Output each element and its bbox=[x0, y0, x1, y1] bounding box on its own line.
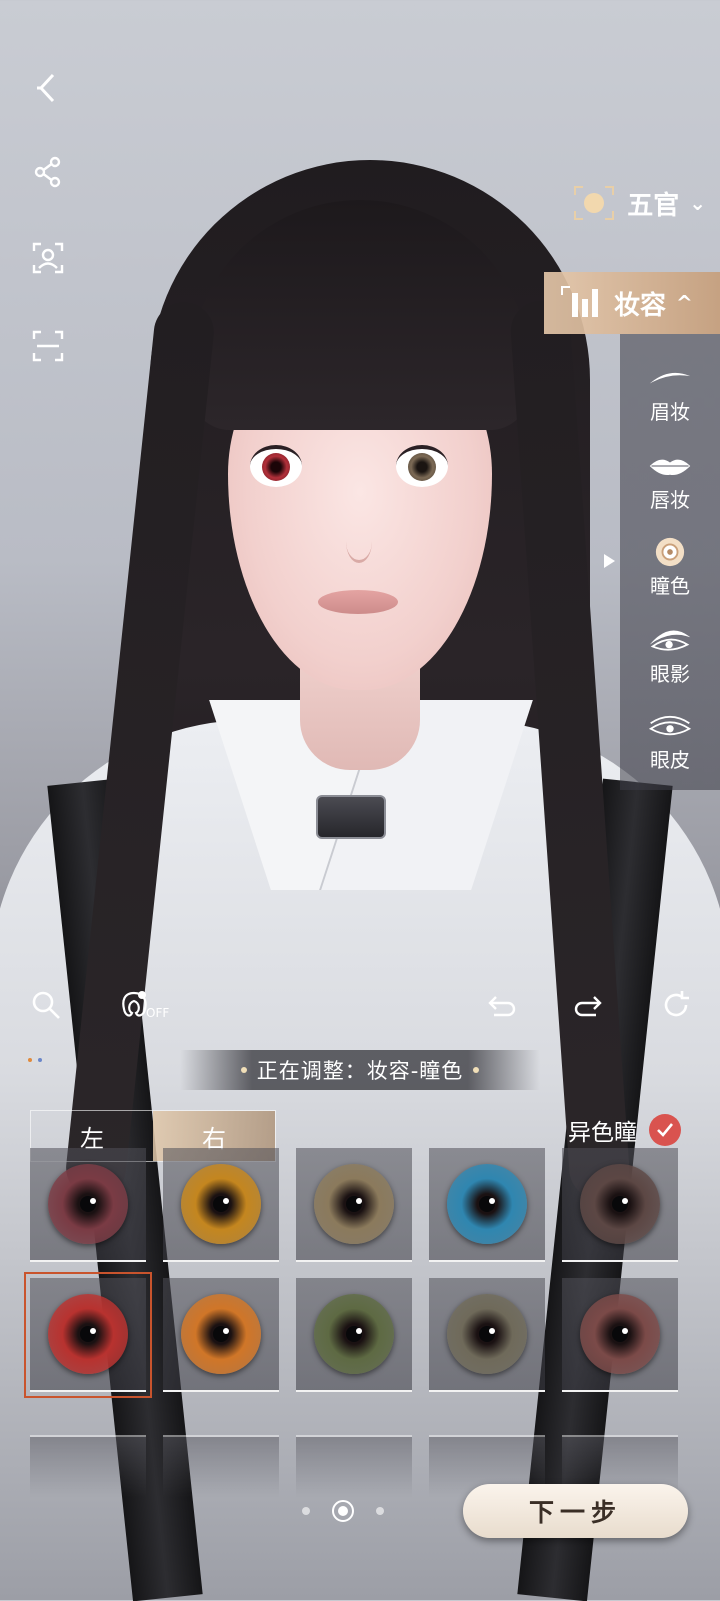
makeup-icon bbox=[558, 283, 604, 323]
chevron-down-icon: ⌄ bbox=[689, 191, 706, 215]
pupil-swatch-selected[interactable] bbox=[24, 1272, 152, 1398]
iris-icon bbox=[447, 1164, 527, 1244]
iris-icon bbox=[181, 1294, 261, 1374]
capture-frame-icon bbox=[32, 330, 64, 362]
share-button[interactable] bbox=[28, 152, 68, 192]
character-nose bbox=[346, 520, 372, 563]
submenu-item-eyeshadow[interactable]: 眼影 bbox=[620, 622, 720, 702]
heterochromia-label: 异色瞳 bbox=[568, 1120, 637, 1146]
share-icon bbox=[34, 156, 61, 188]
iris-icon bbox=[48, 1164, 128, 1244]
features-icon bbox=[571, 183, 617, 223]
pupil-swatch[interactable] bbox=[296, 1148, 412, 1262]
redo-icon bbox=[574, 996, 602, 1017]
category-makeup-label: 妆容 bbox=[614, 290, 667, 321]
swatch-row-partial[interactable] bbox=[163, 1435, 279, 1497]
swatch-row-partial[interactable] bbox=[296, 1435, 412, 1497]
eyeshadow-icon bbox=[645, 622, 695, 658]
category-makeup-tab[interactable]: 妆容 ^ bbox=[544, 272, 720, 334]
selected-indicator-icon bbox=[604, 554, 615, 568]
pupil-swatch[interactable] bbox=[163, 1278, 279, 1392]
adjusting-status-text: 正在调整：妆容-瞳色 bbox=[256, 1059, 464, 1083]
submenu-item-eyebrow[interactable]: 眉妆 bbox=[620, 360, 720, 440]
refresh-icon bbox=[664, 991, 689, 1017]
face-scan-button[interactable] bbox=[28, 238, 68, 278]
back-arrow-icon bbox=[37, 73, 55, 103]
back-button[interactable] bbox=[28, 68, 68, 108]
iris-icon bbox=[314, 1164, 394, 1244]
submenu-item-label: 瞳色 bbox=[650, 574, 690, 598]
pager bbox=[302, 1500, 384, 1522]
pupil-swatch[interactable] bbox=[296, 1278, 412, 1392]
pupil-swatch[interactable] bbox=[30, 1148, 146, 1262]
pupil-swatch[interactable] bbox=[429, 1148, 545, 1262]
pupil-swatch[interactable] bbox=[163, 1148, 279, 1262]
heterochromia-toggle[interactable]: 异色瞳 bbox=[568, 1113, 681, 1147]
redo-button[interactable] bbox=[568, 985, 608, 1025]
pupil-swatch[interactable] bbox=[562, 1148, 678, 1262]
pager-dot-current[interactable] bbox=[332, 1500, 354, 1522]
face-scan-icon bbox=[32, 242, 64, 274]
submenu-item-pupil-color[interactable]: 瞳色 bbox=[604, 534, 720, 614]
hair-toggle-off-label: OFF bbox=[146, 1006, 170, 1020]
undo-icon bbox=[488, 996, 516, 1017]
eyelid-icon bbox=[645, 708, 695, 744]
iris-icon bbox=[314, 1294, 394, 1374]
iris-icon bbox=[181, 1164, 261, 1244]
pupil-swatch[interactable] bbox=[429, 1278, 545, 1392]
category-features-tab[interactable]: 五官 ⌄ bbox=[557, 172, 720, 234]
next-step-button[interactable]: 下一步 bbox=[463, 1484, 688, 1538]
reset-button[interactable] bbox=[656, 985, 696, 1025]
submenu-item-label: 眉妆 bbox=[650, 400, 690, 424]
iris-icon bbox=[48, 1294, 128, 1374]
character-eye-left bbox=[250, 445, 302, 487]
pupil-icon bbox=[645, 534, 695, 570]
iris-icon bbox=[580, 1164, 660, 1244]
category-features-label: 五官 bbox=[627, 190, 680, 221]
submenu-item-label: 眼影 bbox=[650, 662, 690, 686]
character-lips bbox=[318, 590, 398, 614]
pupil-swatch[interactable] bbox=[562, 1278, 678, 1392]
swatch-row-partial[interactable] bbox=[30, 1435, 146, 1497]
lips-icon bbox=[645, 448, 695, 484]
zoom-button[interactable] bbox=[26, 985, 66, 1025]
screenshot-button[interactable] bbox=[28, 326, 68, 366]
submenu-item-lips[interactable]: 唇妆 bbox=[620, 448, 720, 528]
makeup-submenu: 眉妆 唇妆 瞳色 眼影 眼皮 bbox=[604, 334, 720, 790]
checkmark-icon[interactable] bbox=[649, 1114, 681, 1146]
chevron-up-icon: ^ bbox=[676, 291, 693, 315]
undo-button[interactable] bbox=[482, 985, 522, 1025]
submenu-item-eyelid[interactable]: 眼皮 bbox=[620, 708, 720, 788]
adjusting-status-bar: 正在调整：妆容-瞳色 bbox=[180, 1050, 540, 1090]
character-iris-left bbox=[262, 453, 290, 481]
submenu-item-label: 唇妆 bbox=[650, 488, 690, 512]
page-indicator-small bbox=[28, 1058, 42, 1062]
eyebrow-icon bbox=[645, 360, 695, 396]
character-collar-buckle bbox=[316, 795, 386, 839]
submenu-item-label: 眼皮 bbox=[650, 748, 690, 772]
character-eye-right bbox=[396, 445, 448, 487]
character-iris-right bbox=[408, 453, 436, 481]
iris-icon bbox=[580, 1294, 660, 1374]
iris-icon bbox=[447, 1294, 527, 1374]
search-icon bbox=[32, 991, 60, 1019]
status-dot-right bbox=[473, 1067, 480, 1073]
pager-dot[interactable] bbox=[302, 1507, 310, 1515]
status-dot-left bbox=[240, 1067, 247, 1073]
pager-dot[interactable] bbox=[376, 1507, 384, 1515]
